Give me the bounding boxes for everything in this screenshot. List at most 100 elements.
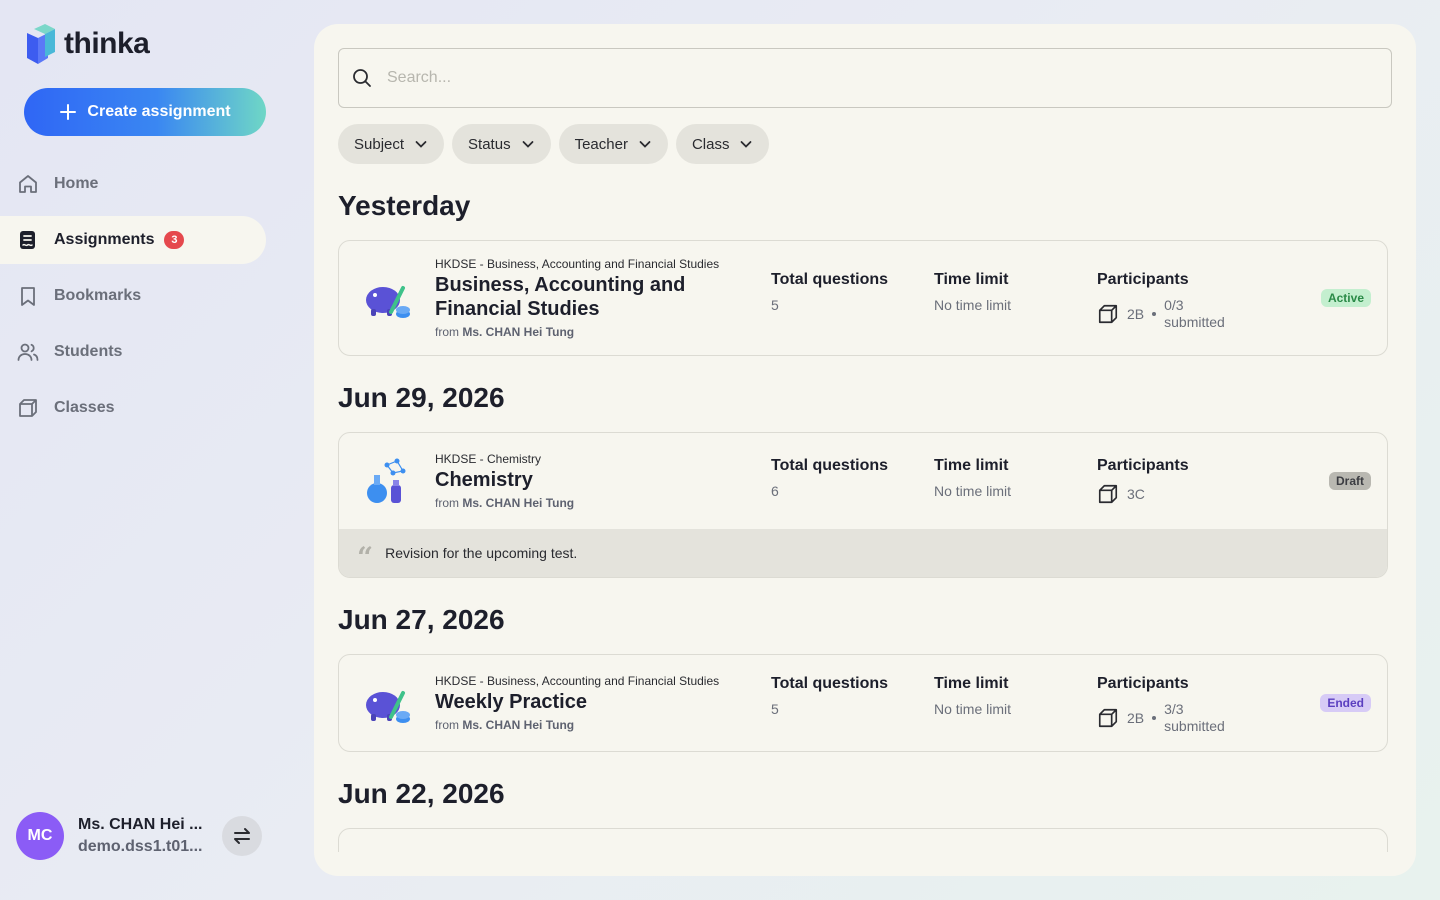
time-limit-label: Time limit xyxy=(934,271,1009,288)
search-bar[interactable] xyxy=(338,48,1392,108)
home-icon xyxy=(19,175,37,193)
time-limit-value: No time limit xyxy=(934,483,1012,499)
chevron-down-icon xyxy=(639,141,651,148)
users-icon xyxy=(17,343,39,361)
participants-label: Participants xyxy=(1097,675,1189,692)
class-name: 2B xyxy=(1127,710,1145,726)
teacher-line: from Ms. CHAN Hei Tung xyxy=(435,325,575,339)
search-icon xyxy=(353,69,371,87)
subject-label: HKDSE - Business, Accounting and Financi… xyxy=(435,674,720,688)
filter-label: Status xyxy=(468,135,511,153)
time-limit-label: Time limit xyxy=(934,457,1009,474)
logo[interactable]: thinka xyxy=(24,24,150,64)
sidebar-item-label: Students xyxy=(54,343,123,360)
total-questions-label: Total questions xyxy=(771,271,889,288)
cube-icon xyxy=(19,399,37,417)
profile-email: demo.dss1.t01... xyxy=(78,838,203,855)
assignment-title: Weekly Practice xyxy=(435,691,587,713)
assignments-count-badge: 3 xyxy=(164,231,185,249)
participants-label: Participants xyxy=(1097,457,1189,474)
submission-count: 0/3 submitted xyxy=(1164,297,1225,330)
assignment-title: Chemistry xyxy=(435,469,533,491)
sidebar: thinka Create assignment Home Assignment… xyxy=(0,0,290,900)
sidebar-item-label: Home xyxy=(54,175,99,192)
status-badge: Draft xyxy=(1328,472,1371,490)
chemistry-flask-icon xyxy=(339,455,435,507)
subject-label: HKDSE - Chemistry xyxy=(435,452,542,466)
piggy-bank-icon xyxy=(339,679,435,727)
thinka-logo-icon xyxy=(27,24,55,64)
time-limit-value: No time limit xyxy=(934,701,1012,717)
teacher-name: Ms. CHAN Hei Tung xyxy=(462,325,575,339)
total-questions-value: 5 xyxy=(771,297,779,313)
teacher-line: from Ms. CHAN Hei Tung xyxy=(435,496,575,510)
create-assignment-label: Create assignment xyxy=(87,103,231,120)
teacher-line: from Ms. CHAN Hei Tung xyxy=(435,718,575,732)
swap-arrows-icon xyxy=(234,828,250,844)
create-assignment-button[interactable]: Create assignment xyxy=(24,88,266,136)
assignment-card[interactable]: HKDSE - Business, Accounting and Financi… xyxy=(338,654,1388,752)
date-heading: Yesterday xyxy=(338,190,471,221)
assignment-title: Business, Accounting and Financial Studi… xyxy=(435,274,686,320)
sidebar-item-classes[interactable]: Classes xyxy=(0,384,266,432)
profile-name: Ms. CHAN Hei ... xyxy=(78,816,203,833)
sidebar-item-assignments[interactable]: Assignments 3 xyxy=(0,216,266,264)
assignment-icon xyxy=(20,231,35,249)
plus-icon xyxy=(60,104,77,120)
teacher-name: Ms. CHAN Hei Tung xyxy=(462,496,575,510)
class-name: 2B xyxy=(1127,306,1145,322)
filter-class[interactable]: Class xyxy=(675,124,770,164)
assignment-list: Yesterday HKDSE - Business, Accounting a… xyxy=(338,184,1388,852)
user-profile[interactable]: MC Ms. CHAN Hei ... demo.dss1.t01... xyxy=(16,812,266,860)
assignment-card[interactable] xyxy=(338,828,1388,852)
sidebar-item-home[interactable]: Home xyxy=(0,160,266,208)
status-badge: Active xyxy=(1320,289,1371,307)
filter-label: Class xyxy=(691,135,730,153)
time-limit-value: No time limit xyxy=(934,297,1012,313)
filter-status[interactable]: Status xyxy=(452,124,551,164)
participants-label: Participants xyxy=(1097,271,1189,288)
avatar: MC xyxy=(16,812,64,860)
submission-count: 3/3 submitted xyxy=(1164,701,1225,734)
search-input[interactable] xyxy=(387,69,1367,87)
sidebar-nav: Home Assignments 3 Bookmarks Students Cl… xyxy=(0,160,266,440)
total-questions-value: 6 xyxy=(771,483,779,499)
bookmark-icon xyxy=(21,287,35,306)
filter-bar: Subject Status Teacher Class xyxy=(338,124,770,164)
assignment-card[interactable]: HKDSE - Chemistry Chemistry from Ms. CHA… xyxy=(338,432,1388,578)
logo-text: thinka xyxy=(64,27,150,60)
time-limit-label: Time limit xyxy=(934,675,1009,692)
date-heading: Jun 27, 2026 xyxy=(338,604,505,635)
sidebar-item-students[interactable]: Students xyxy=(0,328,266,376)
filter-teacher[interactable]: Teacher xyxy=(558,124,668,164)
separator-dot xyxy=(1152,312,1157,316)
date-heading: Jun 22, 2026 xyxy=(338,778,505,809)
quote-icon: “ xyxy=(357,541,374,574)
sidebar-item-label: Classes xyxy=(54,399,115,416)
piggy-bank-icon xyxy=(339,274,435,322)
total-questions-label: Total questions xyxy=(771,675,889,692)
main-panel: Subject Status Teacher Class Yesterday H… xyxy=(314,24,1416,876)
sidebar-item-label: Bookmarks xyxy=(54,287,142,304)
class-name: 3C xyxy=(1127,486,1145,502)
total-questions-value: 5 xyxy=(771,701,779,717)
note-text: Revision for the upcoming test. xyxy=(385,545,578,561)
date-heading: Jun 29, 2026 xyxy=(338,382,505,413)
chevron-down-icon xyxy=(741,141,752,148)
profile-text: Ms. CHAN Hei ... demo.dss1.t01... xyxy=(78,816,206,856)
assignment-note: “ Revision for the upcoming test. xyxy=(339,529,1387,577)
assignment-card[interactable]: HKDSE - Business, Accounting and Financi… xyxy=(338,240,1388,356)
chevron-down-icon xyxy=(522,141,533,148)
filter-subject[interactable]: Subject xyxy=(338,124,445,164)
chevron-down-icon xyxy=(415,141,427,148)
filter-label: Teacher xyxy=(574,135,628,153)
total-questions-label: Total questions xyxy=(771,457,889,474)
sidebar-item-label: Assignments xyxy=(54,231,155,248)
separator-dot xyxy=(1152,716,1157,720)
status-badge: Ended xyxy=(1320,694,1371,712)
teacher-name: Ms. CHAN Hei Tung xyxy=(462,718,575,732)
cube-icon xyxy=(1098,304,1118,324)
switch-account-button[interactable] xyxy=(222,816,262,856)
subject-label: HKDSE - Business, Accounting and Financi… xyxy=(435,257,720,271)
sidebar-item-bookmarks[interactable]: Bookmarks xyxy=(0,272,266,320)
